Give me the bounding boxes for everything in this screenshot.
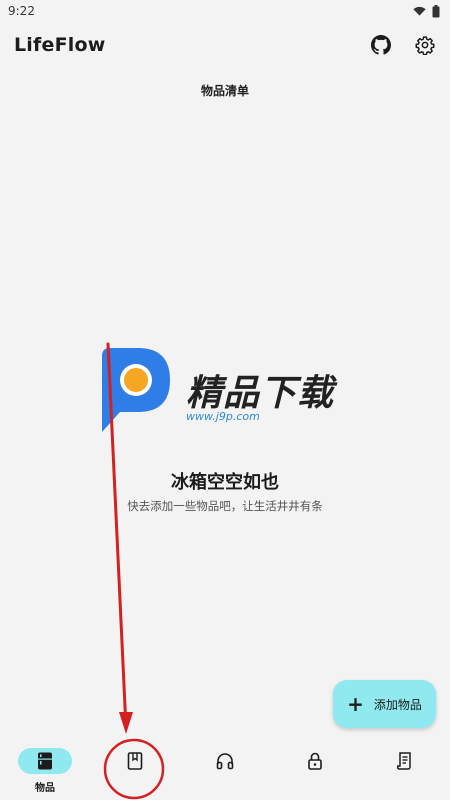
app-title: LifeFlow	[14, 34, 106, 56]
nav-label-items: 物品	[35, 783, 55, 794]
nav-item-receipt[interactable]	[360, 740, 450, 800]
plus-icon: +	[347, 692, 364, 716]
github-button[interactable]	[366, 30, 396, 60]
bottom-nav: 物品	[0, 740, 450, 800]
watermark-logo: 精品下载 www.j9p.com	[98, 340, 358, 440]
nav-pill	[18, 748, 72, 774]
book-icon	[127, 752, 143, 770]
watermark-text: 精品下载	[186, 373, 335, 414]
battery-icon	[432, 4, 440, 17]
nav-item-audio[interactable]	[180, 740, 270, 800]
arrow-head-icon	[119, 712, 133, 734]
wifi-icon	[413, 6, 426, 16]
add-item-label: 添加物品	[373, 697, 422, 712]
nav-pill	[288, 748, 342, 774]
empty-state-subtitle: 快去添加一些物品吧，让生活井井有条	[127, 499, 323, 513]
nav-item-lock[interactable]	[270, 740, 360, 800]
gear-icon	[415, 36, 435, 55]
page-title: 物品清单	[200, 84, 249, 98]
settings-button[interactable]	[410, 30, 440, 60]
nav-item-notebook[interactable]	[90, 740, 180, 800]
nav-pill	[378, 748, 432, 774]
nav-item-items[interactable]: 物品	[0, 740, 90, 800]
receipt-icon	[397, 752, 411, 770]
lock-icon	[308, 752, 322, 770]
add-item-button[interactable]: + 添加物品	[333, 680, 436, 728]
empty-state-title: 冰箱空空如也	[171, 472, 279, 493]
watermark-p-icon	[102, 348, 170, 432]
watermark-url: www.j9p.com	[186, 410, 260, 423]
app-bar: LifeFlow	[0, 22, 450, 68]
fridge-icon	[38, 752, 52, 770]
github-icon	[371, 35, 391, 55]
headphones-icon	[216, 753, 234, 770]
status-icons	[413, 4, 440, 18]
status-time: 9:22	[8, 4, 35, 18]
app-actions	[366, 30, 440, 60]
status-bar: 9:22	[0, 0, 450, 22]
nav-pill	[108, 748, 162, 774]
nav-pill	[198, 748, 252, 774]
